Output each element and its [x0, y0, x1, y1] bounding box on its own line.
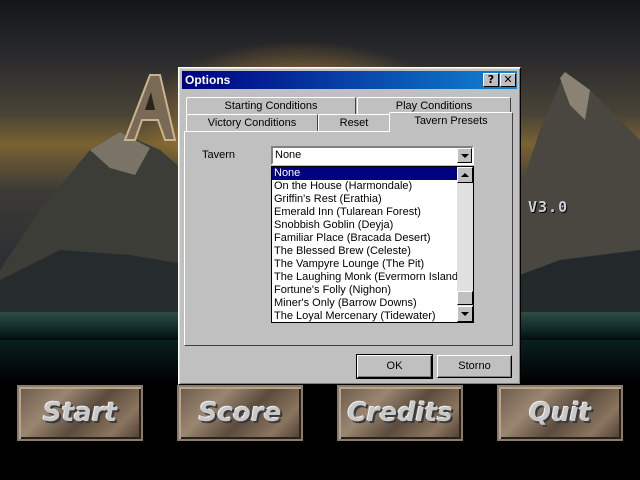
version-label: V3.0	[528, 198, 569, 216]
scroll-down-icon[interactable]	[457, 306, 473, 322]
help-icon: ?	[487, 73, 495, 86]
dialog-title: Options	[185, 73, 231, 87]
list-item[interactable]: Emerald Inn (Tularean Forest)	[272, 206, 458, 219]
list-item[interactable]: The Vampyre Lounge (The Pit)	[272, 258, 458, 271]
dropdown-scrollbar[interactable]	[457, 167, 473, 322]
tavern-select[interactable]: None	[271, 146, 474, 165]
list-item[interactable]: On the House (Harmondale)	[272, 180, 458, 193]
tab-label: Tavern Presets	[414, 115, 488, 127]
list-item[interactable]: The Blessed Brew (Celeste)	[272, 245, 458, 258]
logo-icon	[123, 74, 177, 141]
ok-button[interactable]: OK	[356, 354, 433, 379]
tab-label: Reset	[339, 117, 369, 129]
tab-label: Play Conditions	[395, 100, 473, 112]
list-item[interactable]: The Laughing Monk (Evermorn Island)	[272, 271, 458, 284]
list-item[interactable]: Familiar Place (Bracada Desert)	[272, 232, 458, 245]
tavern-dropdown-list[interactable]: None On the House (Harmondale) Griffin's…	[271, 166, 474, 323]
tab-label: Victory Conditions	[207, 117, 297, 129]
dialog-titlebar[interactable]: Options ? ✕	[182, 71, 517, 89]
tab-victory-conditions[interactable]: Victory Conditions	[186, 114, 318, 131]
list-item[interactable]: None	[272, 167, 458, 180]
quit-button[interactable]: Quit	[497, 385, 623, 441]
list-item[interactable]: Snobbish Goblin (Deyja)	[272, 219, 458, 232]
help-button[interactable]: ?	[483, 73, 499, 87]
list-item[interactable]: Griffin's Rest (Erathia)	[272, 193, 458, 206]
cancel-button[interactable]: Storno	[437, 355, 512, 378]
close-button[interactable]: ✕	[500, 73, 516, 87]
credits-button[interactable]: Credits	[337, 385, 463, 441]
scrollbar-thumb[interactable]	[457, 291, 473, 305]
tavern-select-value: None	[275, 149, 302, 161]
score-button[interactable]: Score	[177, 385, 303, 441]
tab-tavern-presets[interactable]: Tavern Presets	[389, 112, 513, 132]
start-label: Start	[43, 398, 117, 428]
list-item[interactable]: Miner's Only (Barrow Downs)	[272, 297, 458, 310]
score-label: Score	[198, 398, 282, 428]
tab-starting-conditions[interactable]: Starting Conditions	[186, 97, 356, 114]
list-item[interactable]: Fortune's Folly (Nighon)	[272, 284, 458, 297]
chevron-down-icon[interactable]	[457, 148, 472, 163]
tab-reset[interactable]: Reset	[318, 114, 390, 131]
credits-label: Credits	[347, 398, 453, 428]
close-icon: ✕	[503, 73, 513, 86]
tavern-label: Tavern	[202, 149, 236, 161]
start-button[interactable]: Start	[17, 385, 143, 441]
tab-label: Starting Conditions	[224, 100, 318, 112]
scroll-up-icon[interactable]	[457, 167, 473, 183]
quit-label: Quit	[529, 398, 591, 428]
list-item[interactable]: The Loyal Mercenary (Tidewater)	[272, 310, 458, 323]
